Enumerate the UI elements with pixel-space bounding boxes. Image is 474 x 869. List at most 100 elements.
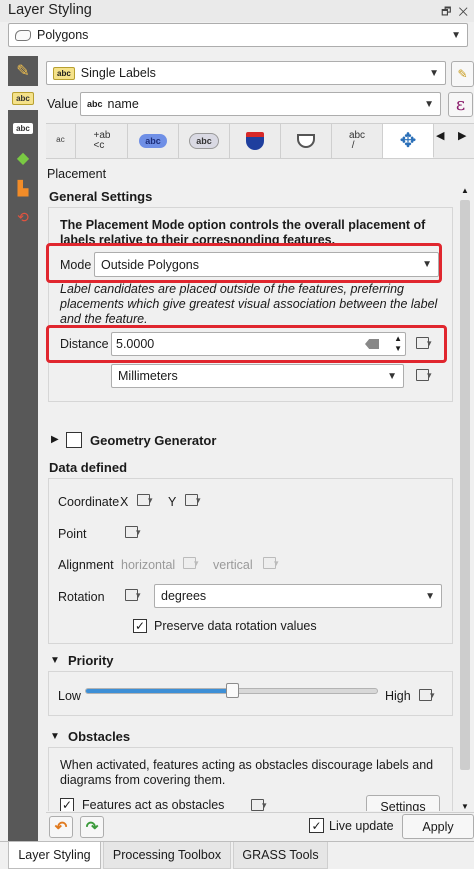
formatting-icon: +ab <c [93,130,111,151]
background-icon: abc [189,133,219,149]
data-defined-icon [124,525,142,539]
tab-grass-tools[interactable]: GRASS Tools [233,842,328,869]
diagram-icon: ▙ [17,179,29,196]
shield-icon [246,132,264,150]
obstacle-settings-button[interactable]: Settings [366,795,440,811]
tab-formatting[interactable]: +ab <c [77,124,128,158]
distance-label: Distance [60,337,109,351]
sidebar-3d-tab[interactable]: ◆ [10,146,36,170]
mode-help-text: Label candidates are placed outside of t… [60,282,438,326]
clear-icon[interactable] [365,339,379,349]
obstacle-data-defined-button[interactable] [250,798,268,811]
expand-arrow-icon[interactable]: ▶ [51,434,59,445]
preserve-rotation-checkbox[interactable]: ✓ [133,619,147,633]
sidebar-diagrams-tab[interactable]: ▙ [10,176,36,200]
distance-value: 5.0000 [116,337,155,351]
chevron-down-icon: ▼ [451,29,461,41]
buffer-icon: abc [139,134,167,148]
apply-button-label: Apply [422,819,454,834]
mode-combo[interactable]: Outside Polygons ▼ [94,252,439,277]
priority-slider-fill [86,689,233,693]
apply-button[interactable]: Apply [402,814,474,839]
tab-placement-line[interactable]: abc / [332,124,383,158]
tab-shadow[interactable] [230,124,281,158]
chevron-down-icon: ▼ [425,590,435,602]
window-controls[interactable]: 🗗 ✕ [441,3,470,22]
sidebar-symbology-tab[interactable]: ✎ [10,59,36,83]
coordinate-x-label: X [120,495,129,509]
layer-combo[interactable]: Polygons ▼ [8,23,468,47]
tab-scroll-left-icon[interactable]: ◀ [436,129,444,142]
tab-text[interactable]: ᵃᶜ [46,124,76,158]
redo-button[interactable]: ↷ [80,816,104,838]
undo-button[interactable]: ↶ [49,816,73,838]
collapse-arrow-icon[interactable]: ▼ [50,731,60,742]
tab-scroll-right-icon[interactable]: ▶ [458,129,466,142]
sidebar-history-tab[interactable]: ⟲ [10,205,36,229]
preserve-rotation-label: Preserve data rotation values [154,619,317,633]
live-update-checkbox[interactable]: ✓ [309,818,324,833]
callout-icon [297,134,315,148]
priority-heading: Priority [68,653,114,668]
mode-combo-value: Outside Polygons [101,257,199,272]
distance-data-defined-button[interactable] [415,336,433,353]
panel-title: Placement [47,167,107,181]
collapse-arrow-icon[interactable]: ▼ [50,655,60,666]
data-defined-icon [250,798,268,811]
priority-data-defined-button[interactable] [418,688,436,705]
panel-scrollbar[interactable]: ▲ ▼ [459,186,471,811]
mode-label: Mode [60,258,92,272]
geometry-generator-checkbox[interactable] [66,432,82,448]
undo-icon: ↶ [54,819,68,836]
move-icon: ✥ [399,130,417,152]
chevron-down-icon: ▼ [429,67,439,79]
units-combo[interactable]: Millimeters ▼ [111,364,404,388]
units-data-defined-button[interactable] [415,368,433,385]
label-toolbar-button[interactable]: ✎ [451,61,474,87]
act-as-obstacle-checkbox[interactable]: ✓ [60,798,74,811]
cube-icon: ◆ [16,150,30,167]
live-update-label: Live update [329,819,394,833]
expression-button[interactable]: ε [448,92,473,117]
point-button[interactable] [124,525,142,542]
rotation-label: Rotation [58,590,105,604]
tab-callouts[interactable] [281,124,332,158]
rotation-units-combo[interactable]: degrees ▼ [154,584,442,608]
tab-background[interactable]: abc [179,124,230,158]
redo-icon: ↷ [85,819,99,836]
tab-processing-toolbox-label: Processing Toolbox [112,848,222,862]
coordinate-x-button[interactable] [136,493,154,510]
act-as-obstacle-label: Features act as obstacles [82,798,225,811]
tab-buffer[interactable]: abc [128,124,179,158]
history-icon: ⟲ [17,208,29,225]
coordinate-label: Coordinate [58,495,120,509]
priority-slider-handle[interactable] [225,683,239,698]
labels-icon: abc [12,91,34,105]
rotation-button[interactable] [124,588,142,605]
spin-arrows-icon[interactable]: ▲ ▼ [394,334,402,354]
data-defined-icon [262,556,280,570]
tab-layer-styling[interactable]: Layer Styling [8,842,101,869]
value-expression-combo[interactable]: abc name ▼ [80,92,441,116]
polygon-layer-icon [15,29,31,41]
units-combo-value: Millimeters [118,369,178,383]
priority-low-label: Low [58,689,81,703]
scroll-down-icon[interactable]: ▼ [459,802,471,811]
tab-processing-toolbox[interactable]: Processing Toolbox [103,842,231,869]
obstacles-options-row: ✓ Features act as obstacles Settings [58,795,448,811]
value-label: Value [47,97,79,111]
labels-badge-icon: abc [53,66,75,80]
chevron-down-icon: ▼ [424,98,434,110]
distance-spinbox[interactable]: 5.0000 ▲ ▼ [111,332,406,356]
data-defined-icon [184,493,202,507]
renderer-combo[interactable]: abc Single Labels ▼ [46,61,446,85]
scrollbar-thumb[interactable] [460,200,470,770]
coordinate-y-button[interactable] [184,493,202,510]
sidebar-masks-tab[interactable]: abc [10,116,36,140]
sidebar-labels-tab[interactable]: abc [8,86,38,110]
chevron-down-icon: ▼ [387,370,397,382]
tab-placement[interactable]: ✥ [383,124,434,158]
scroll-up-icon[interactable]: ▲ [459,186,471,195]
horizontal-button [182,556,200,573]
vertical-label: vertical [213,558,253,572]
